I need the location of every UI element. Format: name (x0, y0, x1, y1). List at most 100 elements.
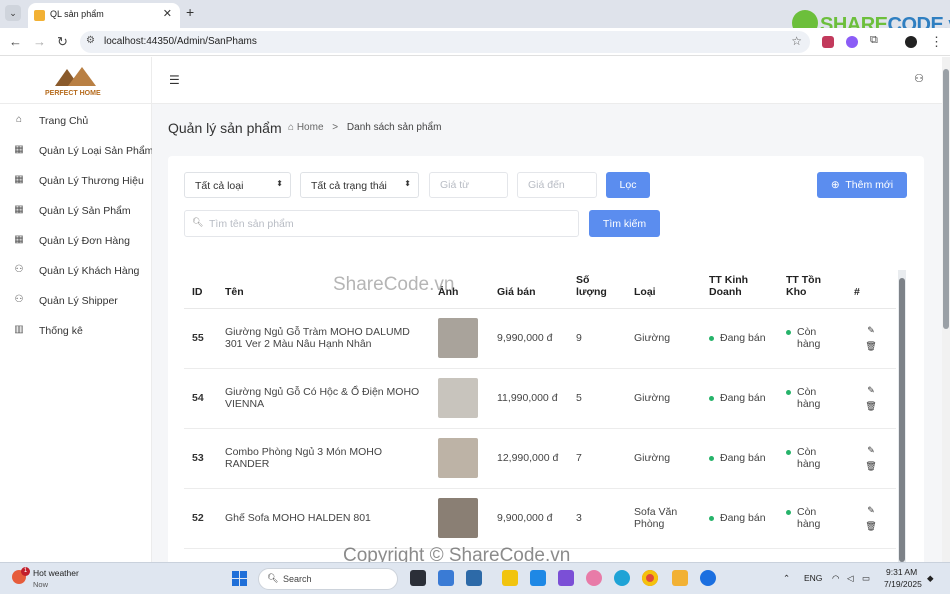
windows-start-icon[interactable] (232, 571, 248, 587)
filter-button[interactable]: Lọc (606, 172, 650, 198)
notifications-bell-icon[interactable]: ◆ (927, 573, 934, 584)
tab-list-button[interactable]: ⌄ (5, 5, 21, 21)
edit-icon[interactable]: ✎ (854, 325, 888, 336)
category-select[interactable]: Tất cả loại ⬍ (184, 172, 291, 198)
row-stock-status: Còn hàng (778, 428, 846, 489)
browser-menu-icon[interactable]: ⋮ (930, 34, 943, 50)
col-biz-status[interactable]: TT Kinh Doanh (701, 264, 778, 309)
extension-shield-icon[interactable] (822, 36, 834, 48)
stock-status-text: Còn hàng (797, 386, 821, 410)
delete-icon[interactable]: 🗑︎ (854, 461, 888, 472)
table-scrollbar[interactable] (898, 270, 906, 562)
row-id: 55 (184, 308, 217, 369)
edit-icon[interactable]: ✎ (854, 505, 888, 516)
stock-status-text: Còn hàng (797, 506, 821, 530)
chrome-icon[interactable] (642, 570, 658, 586)
table-scrollbar-thumb[interactable] (899, 278, 905, 562)
sidebar-item-orders[interactable]: ▦ Quản Lý Đơn Hàng (0, 226, 151, 256)
clock-date[interactable]: 7/19/2025 (884, 579, 922, 589)
col-qty[interactable]: Số lượng (568, 264, 626, 309)
sidebar-item-label: Trang Chủ (39, 115, 89, 127)
search-icon: 🔍︎ (192, 217, 204, 227)
back-icon[interactable]: ← (9, 34, 22, 49)
windows-taskbar: 1 Hot weather Now 🔍︎ Search ⌃ ENG ◠ ◁ ▭ … (0, 562, 950, 594)
row-category: Giường (626, 368, 701, 429)
col-category[interactable]: Loại (626, 264, 701, 309)
sidebar-item-home[interactable]: ⌂ Trang Chủ (0, 106, 151, 136)
address-bar[interactable]: ⚙ localhost:44350/Admin/SanPhams ☆ (80, 31, 810, 53)
page-title: Quản lý sản phẩm (168, 120, 282, 136)
sidebar-toggle-icon[interactable]: ☰ (169, 73, 180, 87)
site-info-icon[interactable]: ⚙ (86, 35, 95, 46)
zalo-icon[interactable] (700, 570, 716, 586)
delete-icon[interactable]: 🗑︎ (854, 341, 888, 352)
extension-icon[interactable] (846, 36, 858, 48)
copilot-icon[interactable] (586, 570, 602, 586)
page-scrollbar-thumb[interactable] (943, 69, 949, 329)
sidebar-item-categories[interactable]: ▦ Quản Lý Loại Sản Phẩm (0, 136, 153, 166)
user-icon: ⚇ (14, 264, 24, 275)
task-view-icon[interactable] (410, 570, 426, 586)
volume-icon[interactable]: ◁ (847, 573, 854, 584)
search-button[interactable]: Tìm kiếm (589, 210, 660, 237)
bookmark-star-icon[interactable]: ☆ (791, 34, 802, 48)
biz-status-text: Đang bán (720, 512, 766, 524)
visual-studio-icon[interactable] (558, 570, 574, 586)
profile-avatar[interactable] (905, 36, 917, 48)
search-input[interactable] (184, 210, 579, 237)
sidebar-item-shippers[interactable]: ⚇ Quản Lý Shipper (0, 286, 151, 316)
url-text: localhost:44350/Admin/SanPhams (104, 36, 257, 47)
row-id: 53 (184, 428, 217, 489)
app-icon[interactable] (530, 570, 546, 586)
products-card: Tất cả loại ⬍ Tất cả trạng thái ⬍ Lọc ⊕ … (168, 156, 924, 576)
product-thumbnail (438, 318, 478, 358)
sidebar-logo[interactable]: PERFECT HOME (0, 57, 151, 104)
breadcrumb-home-link[interactable]: Home (297, 122, 324, 133)
browser-tab[interactable]: QL sản phẩm ✕ (28, 3, 180, 28)
biz-status-text: Đang bán (720, 452, 766, 464)
reload-icon[interactable]: ↻ (57, 34, 68, 50)
row-id: 52 (184, 488, 217, 549)
new-tab-button[interactable]: + (186, 4, 194, 20)
sticky-notes-icon[interactable] (502, 570, 518, 586)
weather-title[interactable]: Hot weather (33, 568, 79, 578)
clock-time[interactable]: 9:31 AM (886, 567, 917, 577)
edge-icon[interactable] (614, 570, 630, 586)
taskbar-search[interactable]: 🔍︎ Search (258, 568, 398, 590)
battery-icon[interactable]: ▭ (862, 573, 870, 584)
row-category: Sofa Văn Phòng (626, 488, 701, 549)
edit-icon[interactable]: ✎ (854, 445, 888, 456)
col-id[interactable]: ID (184, 264, 217, 309)
status-select[interactable]: Tất cả trạng thái ⬍ (300, 172, 419, 198)
search-field: 🔍︎ (184, 210, 579, 237)
price-from-input[interactable] (429, 172, 508, 198)
status-dot-icon (709, 395, 714, 401)
add-new-button[interactable]: ⊕ Thêm mới (817, 172, 907, 198)
file-explorer-icon[interactable] (672, 570, 688, 586)
sidebar-item-brands[interactable]: ▦ Quản Lý Thương Hiệu (0, 166, 151, 196)
weather-subtitle: Now (33, 580, 49, 589)
product-thumbnail (438, 378, 478, 418)
forward-icon[interactable]: → (33, 34, 46, 49)
close-tab-icon[interactable]: ✕ (163, 7, 172, 20)
edit-icon[interactable]: ✎ (854, 385, 888, 396)
account-icon[interactable]: ⚇ (914, 72, 924, 85)
page-scrollbar[interactable] (942, 57, 950, 562)
tray-chevron-icon[interactable]: ⌃ (783, 573, 790, 584)
category-select-value: Tất cả loại (195, 180, 244, 192)
sidebar-item-customers[interactable]: ⚇ Quản Lý Khách Hàng (0, 256, 151, 286)
delete-icon[interactable]: 🗑︎ (854, 521, 888, 532)
price-to-input[interactable] (517, 172, 597, 198)
col-stock-status[interactable]: TT Tồn Kho (778, 264, 846, 309)
col-price[interactable]: Giá bán (489, 264, 568, 309)
store-icon[interactable] (466, 570, 482, 586)
app-icon[interactable] (438, 570, 454, 586)
stock-status-text: Còn hàng (797, 326, 821, 350)
row-price: 11,990,000 đ (489, 368, 568, 429)
sidebar-item-products[interactable]: ▦ Quản Lý Sản Phẩm (0, 196, 151, 226)
wifi-icon[interactable]: ◠ (832, 573, 839, 584)
sidebar-item-statistics[interactable]: ▥ Thống kê (0, 316, 151, 346)
language-indicator[interactable]: ENG (804, 573, 822, 583)
extensions-puzzle-icon[interactable]: ⧉ (870, 34, 878, 47)
delete-icon[interactable]: 🗑︎ (854, 401, 888, 412)
